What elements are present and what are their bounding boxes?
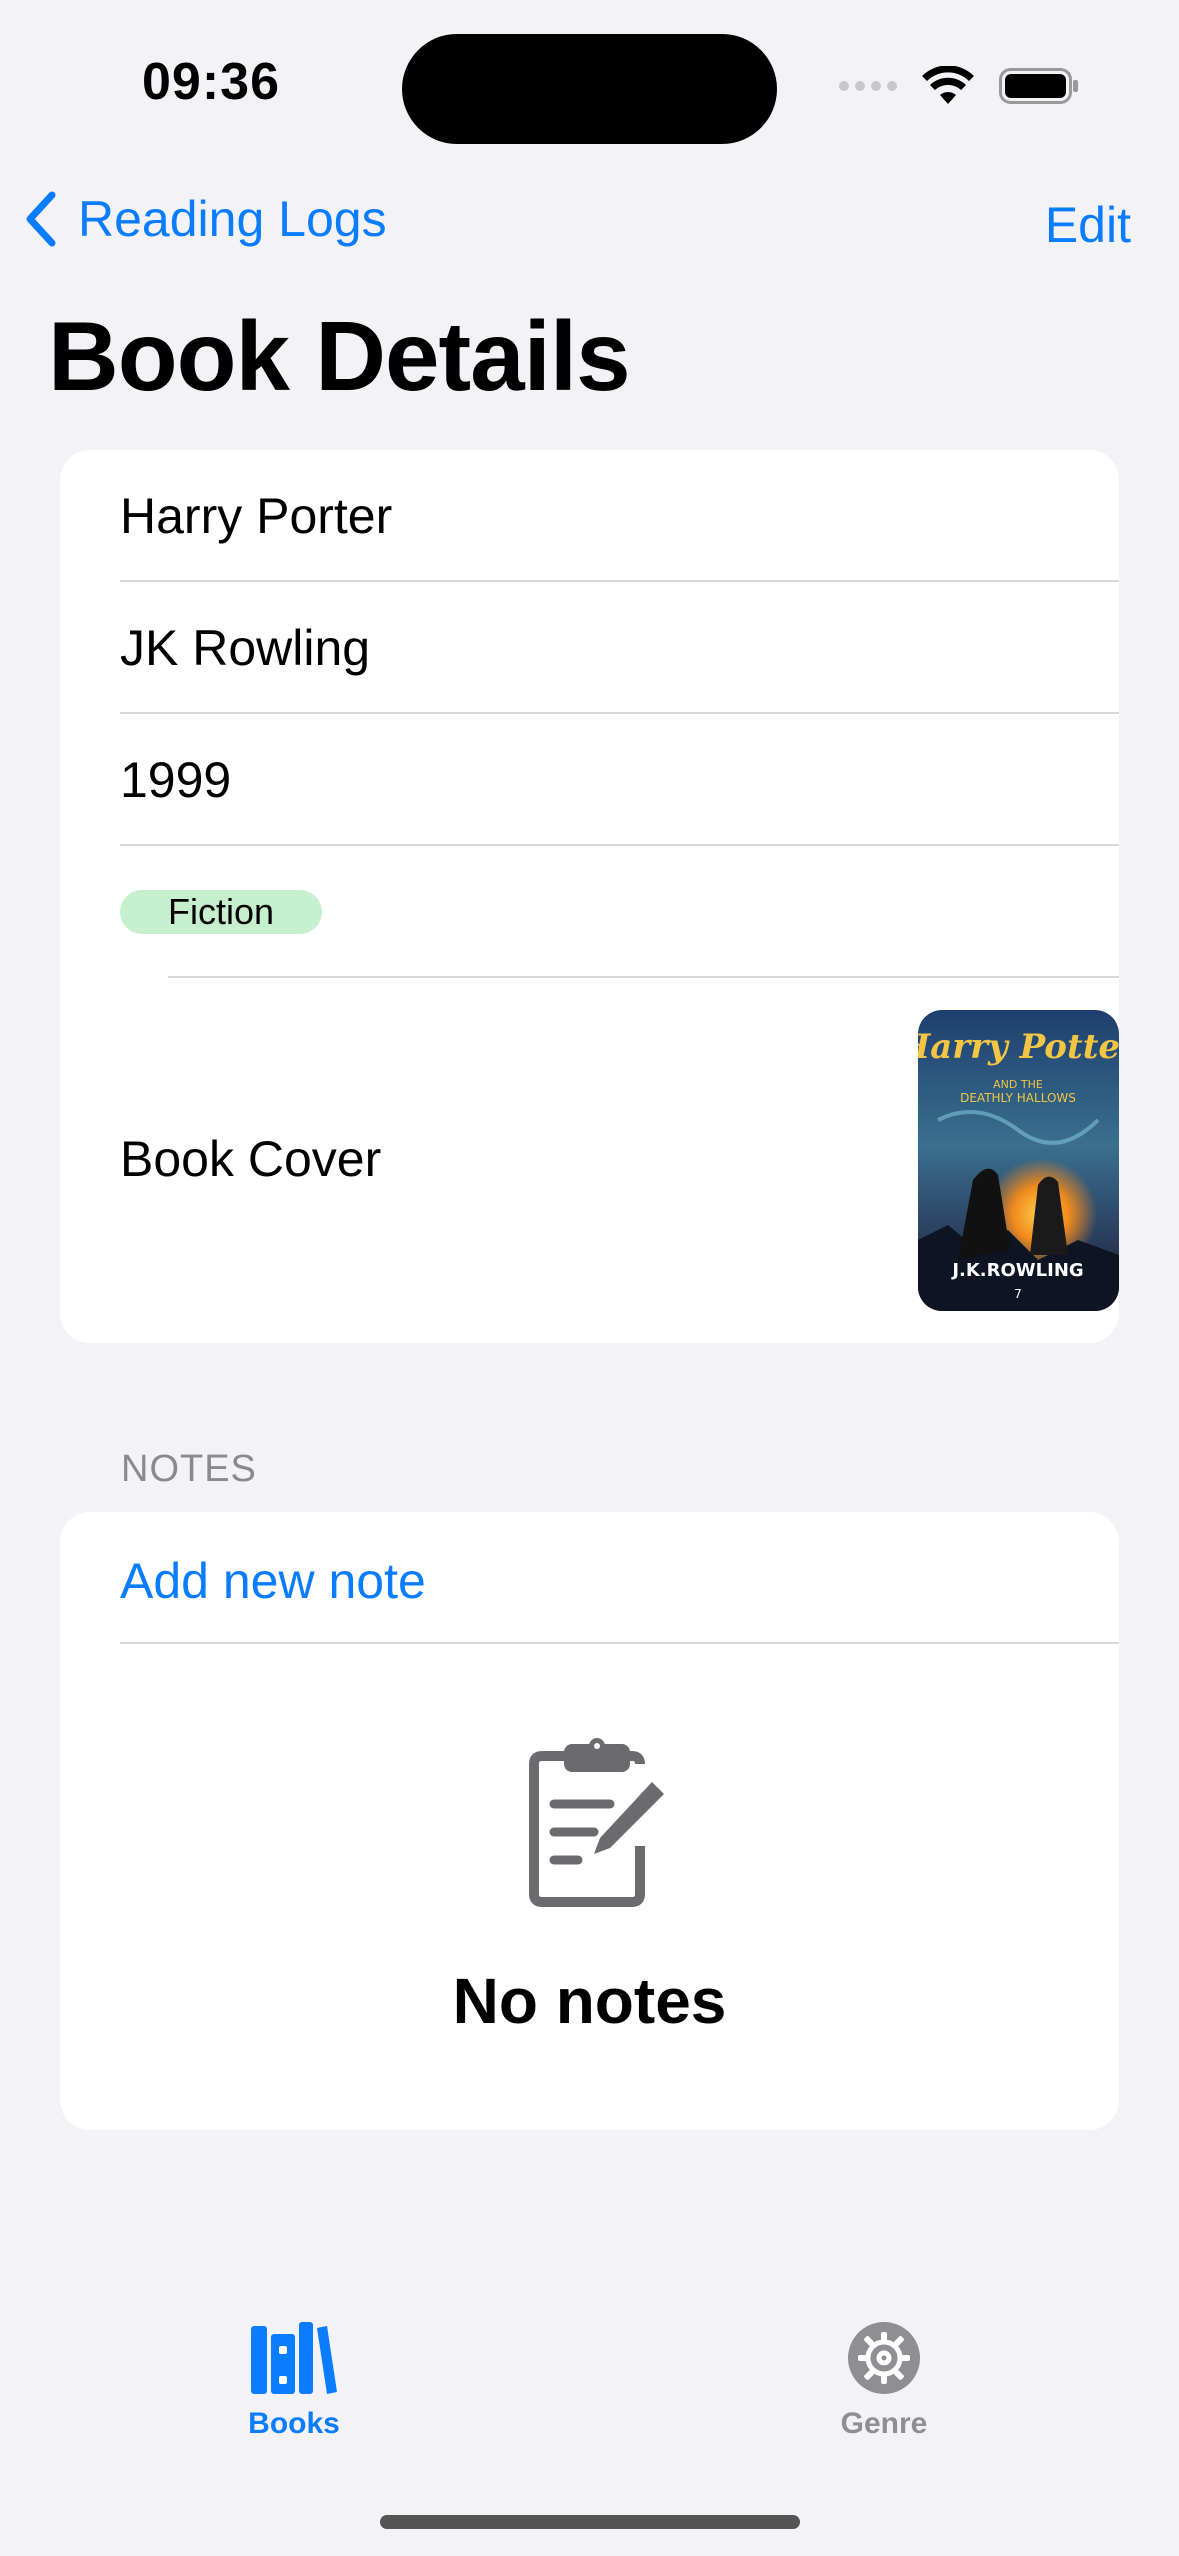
notes-section-header: NOTES: [121, 1448, 257, 1490]
cover-number-text: 7: [1014, 1287, 1022, 1301]
book-details-card: Harry Porter JK Rowling 1999 Fiction Boo…: [60, 450, 1119, 1343]
tab-genre[interactable]: Genre: [774, 2320, 994, 2441]
tab-books[interactable]: Books: [184, 2320, 404, 2441]
edit-button[interactable]: Edit: [1045, 196, 1131, 254]
back-button[interactable]: Reading Logs: [24, 190, 387, 248]
cover-subtitle-2: DEATHLY HALLOWS: [960, 1091, 1076, 1105]
book-cover-label: Book Cover: [120, 1131, 382, 1187]
home-indicator[interactable]: [380, 2515, 800, 2529]
book-details-screen: 09:36 Reading Logs Edit Book Details Har…: [0, 0, 1179, 2556]
book-year-field[interactable]: 1999: [120, 714, 1119, 846]
cover-title-text: Harry Potter: [918, 1027, 1119, 1067]
cellular-signal-icon: [839, 81, 897, 91]
cover-subtitle-1: AND THE: [993, 1078, 1043, 1091]
book-author-field[interactable]: JK Rowling: [120, 582, 1119, 714]
book-year-value: 1999: [120, 752, 232, 808]
chevron-left-icon: [26, 191, 56, 247]
battery-icon: [999, 68, 1078, 104]
book-author-value: JK Rowling: [120, 620, 371, 676]
wifi-icon: [922, 66, 974, 104]
divider: [168, 976, 1119, 978]
status-time: 09:36: [142, 53, 280, 111]
genre-badge[interactable]: Fiction: [120, 890, 323, 934]
tab-genre-label: Genre: [840, 2407, 928, 2440]
page-title: Book Details: [48, 301, 631, 411]
add-note-button[interactable]: Add new note: [120, 1552, 426, 1610]
notes-card: Add new note No notes: [60, 1512, 1119, 2130]
gear-icon: [848, 2322, 920, 2394]
dynamic-island: [402, 34, 777, 144]
divider: [120, 1642, 1119, 1644]
book-cover-image[interactable]: Harry Potter AND THE DEATHLY HALLOWS J.K…: [918, 1010, 1119, 1311]
books-icon: [251, 2322, 337, 2394]
book-title-field[interactable]: Harry Porter: [120, 450, 1119, 582]
book-cover-art: Harry Potter AND THE DEATHLY HALLOWS J.K…: [918, 1010, 1119, 1311]
empty-notes-text: No notes: [452, 1965, 727, 2037]
book-genre-row[interactable]: Fiction: [120, 846, 1119, 978]
tab-books-label: Books: [248, 2407, 340, 2440]
book-title-value: Harry Porter: [120, 488, 393, 544]
cover-author-text: J.K.ROWLING: [950, 1260, 1083, 1281]
status-indicators: [839, 64, 1079, 108]
clipboard-pencil-icon: [522, 1734, 672, 1919]
back-button-label: Reading Logs: [78, 191, 387, 247]
